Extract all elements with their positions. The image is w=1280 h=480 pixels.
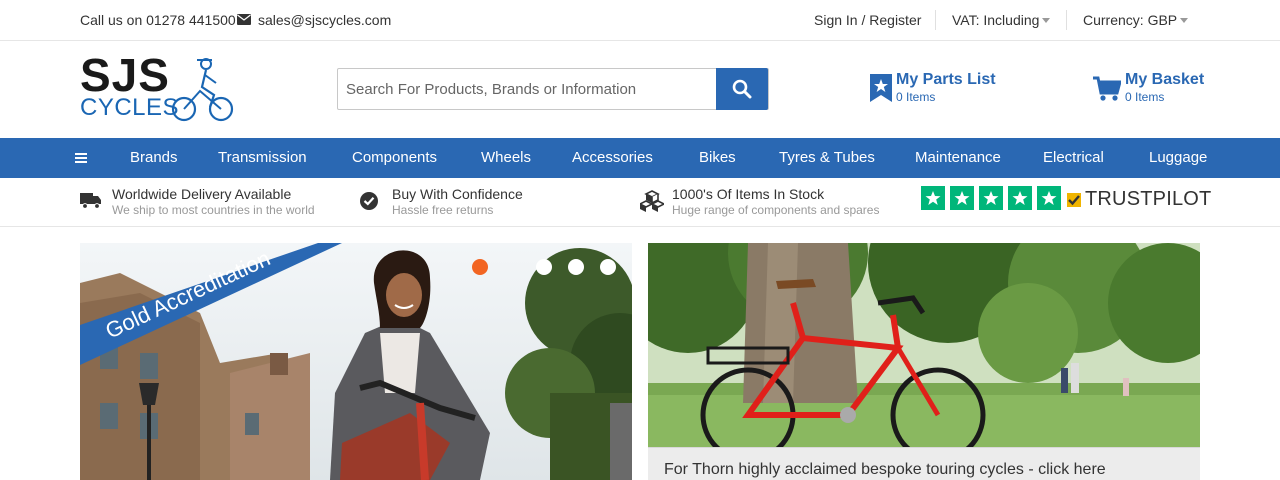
- hamburger-menu-icon[interactable]: [75, 153, 87, 163]
- cyclist-logo-icon: [171, 58, 234, 122]
- nav-item-accessories[interactable]: Accessories: [572, 149, 653, 166]
- currency-selector[interactable]: Currency: GBP: [1083, 12, 1189, 28]
- usp-title: 1000's Of Items In Stock: [672, 186, 825, 202]
- nav-item-wheels[interactable]: Wheels: [481, 149, 531, 166]
- nav-item-maintenance[interactable]: Maintenance: [915, 149, 1001, 166]
- trustpilot-wordmark: TRUSTPILOT: [1085, 188, 1212, 210]
- sign-in-register-link[interactable]: Sign In / Register: [814, 12, 921, 28]
- truck-icon: [80, 193, 101, 209]
- thorn-promo-banner[interactable]: For Thorn highly acclaimed bespoke touri…: [648, 243, 1200, 480]
- gold-accreditation-ribbon: Gold Accreditation: [102, 245, 274, 343]
- parts-list-title: My Parts List: [896, 71, 996, 88]
- divider: [1066, 10, 1067, 30]
- logo-text-cycles: CYCLES: [80, 94, 180, 121]
- phone-number[interactable]: Call us on 01278 441500: [80, 12, 236, 28]
- search-box: [337, 68, 769, 110]
- nav-item-transmission[interactable]: Transmission: [218, 149, 307, 166]
- boxes-icon: [640, 190, 664, 212]
- ribbon-text: Gold Accreditation: [102, 245, 274, 343]
- star-icon: [921, 186, 945, 210]
- star-icon: [1037, 186, 1061, 210]
- search-button[interactable]: [716, 68, 768, 110]
- star-icon: [950, 186, 974, 210]
- main-navigation: Brands Transmission Components Wheels Ac…: [0, 138, 1280, 178]
- sjs-cycles-logo[interactable]: SJS CYCLES: [80, 51, 236, 123]
- chevron-down-icon: [1042, 17, 1051, 23]
- parts-list-count: 0 Items: [896, 90, 936, 104]
- nav-item-luggage[interactable]: Luggage: [1149, 149, 1207, 166]
- nav-item-electrical[interactable]: Electrical: [1043, 149, 1104, 166]
- trustpilot-logo[interactable]: TRUSTPILOT: [1066, 188, 1211, 211]
- usp-confidence: Buy With Confidence Hassle free returns: [392, 186, 523, 218]
- slider-dot[interactable]: [568, 259, 584, 275]
- usp-subtitle: We ship to most countries in the world: [112, 203, 315, 217]
- usp-bar: Worldwide Delivery Available We ship to …: [0, 178, 1280, 227]
- nav-item-components[interactable]: Components: [352, 149, 437, 166]
- slider-dot[interactable]: [536, 259, 552, 275]
- trustpilot-badge-icon: [1067, 192, 1081, 207]
- currency-label: Currency: GBP: [1083, 12, 1178, 28]
- nav-item-brands[interactable]: Brands: [130, 149, 178, 166]
- site-header: SJS CYCLES My Parts List 0 Items: [0, 41, 1280, 138]
- usp-subtitle: Huge range of components and spares: [672, 203, 880, 217]
- basket-title: My Basket: [1125, 71, 1205, 88]
- vat-label: VAT: Including: [952, 12, 1040, 28]
- nav-item-bikes[interactable]: Bikes: [699, 149, 736, 166]
- trustpilot-rating[interactable]: [921, 186, 1066, 210]
- vat-selector[interactable]: VAT: Including: [952, 12, 1051, 28]
- usp-title: Buy With Confidence: [392, 186, 523, 202]
- search-input[interactable]: [338, 69, 718, 109]
- email-link[interactable]: sales@sjscycles.com: [258, 12, 391, 28]
- basket-link[interactable]: My Basket 0 Items: [1093, 71, 1204, 105]
- envelope-icon: [237, 14, 251, 25]
- check-circle-icon: [360, 192, 378, 210]
- slider-dot-active[interactable]: [472, 259, 488, 275]
- hero-slider[interactable]: Gold Accreditation: [80, 243, 632, 480]
- search-icon: [732, 79, 752, 99]
- usp-subtitle: Hassle free returns: [392, 203, 494, 217]
- star-icon: [979, 186, 1003, 210]
- star-icon: [1008, 186, 1032, 210]
- usp-title: Worldwide Delivery Available: [112, 186, 292, 202]
- chevron-down-icon: [1180, 17, 1189, 23]
- thorn-bike-image: [648, 243, 1200, 480]
- usp-stock: 1000's Of Items In Stock Huge range of c…: [672, 186, 879, 218]
- shopping-cart-icon: [1093, 76, 1121, 101]
- divider: [935, 10, 936, 30]
- banner-caption[interactable]: For Thorn highly acclaimed bespoke touri…: [648, 447, 1200, 480]
- slider-dot[interactable]: [600, 259, 616, 275]
- bookmark-star-icon: [870, 74, 892, 102]
- basket-count: 0 Items: [1125, 90, 1165, 104]
- parts-list-link[interactable]: My Parts List 0 Items: [870, 71, 996, 105]
- top-bar: Call us on 01278 441500 sales@sjscycles.…: [0, 0, 1280, 41]
- logo-text-sjs: SJS: [80, 49, 170, 101]
- usp-delivery: Worldwide Delivery Available We ship to …: [112, 186, 315, 218]
- nav-item-tyres-tubes[interactable]: Tyres & Tubes: [779, 149, 875, 166]
